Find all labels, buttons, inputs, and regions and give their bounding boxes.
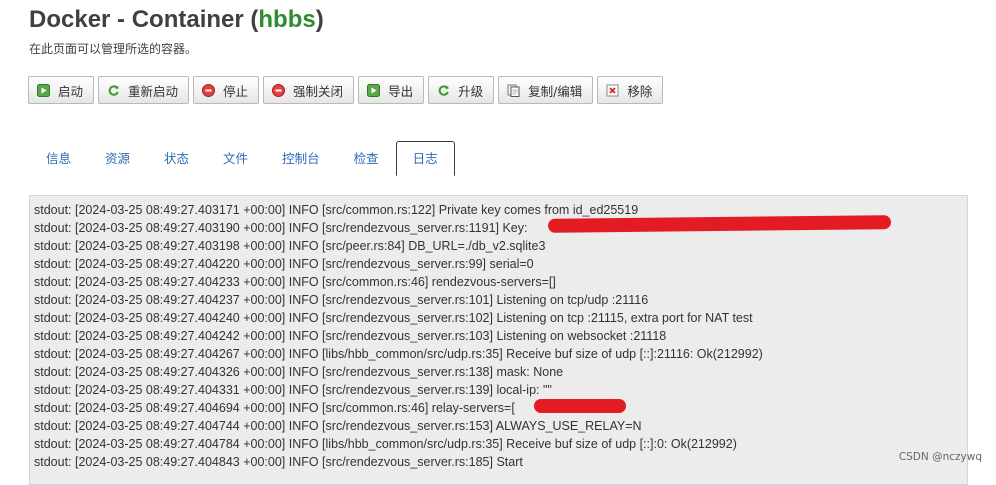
title-suffix: ) [315,6,324,33]
tab-resources[interactable]: 资源 [88,141,147,176]
force-stop-button[interactable]: 强制关闭 [263,76,355,104]
copy-icon [507,84,520,97]
watermark-text: CSDN @nczywq [898,451,982,463]
export-button[interactable]: 导出 [358,76,425,104]
stop-icon [202,83,216,97]
start-button[interactable]: 启动 [28,76,95,104]
log-line: stdout: [2024-03-25 08:49:27.404326 +00:… [34,365,564,379]
copy-edit-button[interactable]: 复制/编辑 [498,76,594,104]
container-name: hbbs [258,6,316,33]
remove-icon [606,84,619,97]
refresh-icon [107,84,120,97]
tab-files[interactable]: 文件 [206,141,265,176]
restart-button[interactable]: 重新启动 [98,76,190,104]
log-line: stdout: [2024-03-25 08:49:27.403198 +00:… [34,239,546,253]
log-line: stdout: [2024-03-25 08:49:27.404784 +00:… [34,437,737,451]
log-line: stdout: [2024-03-25 08:49:27.404240 +00:… [34,311,753,325]
page-title: Docker - Container (hbbs) [29,6,324,34]
page-subtitle: 在此页面可以管理所选的容器。 [29,42,198,56]
tab-logs[interactable]: 日志 [395,141,455,176]
log-line: stdout: [2024-03-25 08:49:27.404233 +00:… [34,275,556,289]
remove-button-label: 移除 [627,83,653,99]
remove-button[interactable]: 移除 [597,76,664,104]
log-line: stdout: [2024-03-25 08:49:27.404267 +00:… [34,347,763,361]
log-line: stdout: [2024-03-25 08:49:27.404694 +00:… [34,401,515,415]
stop-button-label: 停止 [223,83,249,99]
refresh-icon [437,84,450,97]
redaction-mark-relay [534,399,626,413]
tab-console[interactable]: 控制台 [265,141,337,176]
title-prefix: Docker - Container ( [29,6,259,33]
log-line: stdout: [2024-03-25 08:49:27.404220 +00:… [34,257,534,271]
log-line: stdout: [2024-03-25 08:49:27.404331 +00:… [34,383,552,397]
stop-icon [272,83,286,97]
play-icon [37,83,50,97]
copy-edit-button-label: 复制/编辑 [528,83,583,99]
tab-info[interactable]: 信息 [29,141,88,176]
stop-button[interactable]: 停止 [193,76,260,104]
upgrade-button[interactable]: 升级 [428,76,495,104]
start-button-label: 启动 [58,83,84,99]
log-line: stdout: [2024-03-25 08:49:27.404237 +00:… [34,293,649,307]
log-line: stdout: [2024-03-25 08:49:27.404843 +00:… [34,455,523,469]
export-button-label: 导出 [388,83,414,99]
restart-button-label: 重新启动 [128,83,179,99]
log-output[interactable]: stdout: [2024-03-25 08:49:27.403171 +00:… [29,195,968,485]
export-icon [367,83,381,97]
upgrade-button-label: 升级 [458,83,484,99]
log-line: stdout: [2024-03-25 08:49:27.404744 +00:… [34,419,642,433]
log-line: stdout: [2024-03-25 08:49:27.404242 +00:… [34,329,667,343]
action-toolbar: 启动 重新启动 停止 强制关闭 导出 升级 复制/编辑 移除 [28,76,667,104]
force-stop-button-label: 强制关闭 [293,83,344,99]
tab-bar: 信息 资源 状态 文件 控制台 检查 日志 [29,141,455,176]
tab-inspect[interactable]: 检查 [337,141,396,176]
tab-status[interactable]: 状态 [147,141,206,176]
